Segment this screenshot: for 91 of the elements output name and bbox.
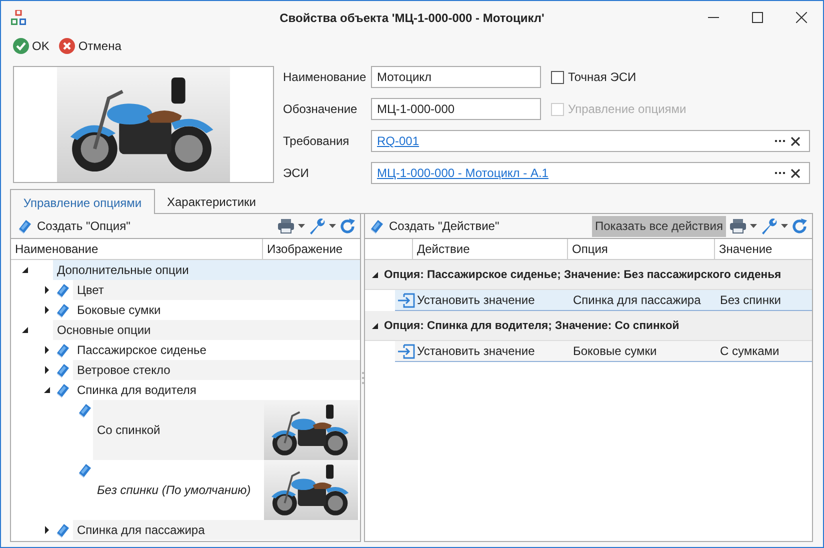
create-action-button[interactable]: Создать "Действие" (369, 218, 500, 234)
checkmark-icon (13, 38, 29, 54)
option-label: Боковые сумки (77, 303, 161, 317)
table-cell-text: Боковые сумки (572, 344, 658, 358)
input-field[interactable]: Мотоцикл (371, 66, 541, 88)
table-cell-text: Без спинки (719, 293, 781, 307)
column-header: Изображение (266, 242, 343, 256)
print-icon[interactable] (277, 218, 295, 234)
wrench-icon[interactable] (760, 217, 778, 235)
field-label: ЭСИ (283, 166, 310, 180)
input-field[interactable]: МЦ-1-000-000 (371, 98, 541, 120)
option-label: Дополнительные опции (57, 263, 189, 277)
caret-icon[interactable] (329, 224, 336, 228)
show-all-button[interactable]: Показать все действия (592, 216, 726, 236)
book-icon (55, 282, 71, 298)
field-label: Обозначение (283, 102, 358, 116)
collapse-icon[interactable] (21, 266, 29, 274)
tree-row[interactable]: Дополнительные опции (53, 260, 360, 280)
link[interactable]: МЦ-1-000-000 - Мотоцикл - А.1 (377, 166, 548, 180)
field-label: Требования (283, 134, 350, 148)
more-icon[interactable] (775, 140, 785, 142)
maximize-icon[interactable] (752, 12, 762, 23)
create-option-button[interactable]: Создать "Опция" (17, 218, 130, 234)
tab[interactable]: Управление опциями (10, 189, 155, 215)
tab[interactable]: Характеристики (155, 189, 268, 214)
expand-icon[interactable] (43, 366, 51, 374)
ok-button[interactable]: OK (11, 38, 52, 54)
tree-row[interactable]: Ветровое стекло (73, 360, 360, 380)
tree-row[interactable]: Основные опции (53, 320, 360, 340)
table-cell-text: Установить значение (417, 293, 536, 307)
more-icon[interactable] (775, 172, 785, 174)
option-label: Основные опции (57, 323, 151, 337)
link-field[interactable]: RQ-001 (371, 130, 810, 152)
collapse-icon[interactable] (371, 270, 379, 278)
column-header: Действие (412, 239, 567, 259)
caret-icon[interactable] (750, 224, 757, 228)
book-icon (55, 382, 71, 398)
collapse-icon[interactable] (371, 322, 379, 330)
tree-row[interactable]: Цвет (73, 280, 360, 300)
table-cell-text: С сумками (719, 344, 780, 358)
table-cell-text: Установить значение (417, 344, 536, 358)
expand-icon[interactable] (43, 306, 51, 314)
expand-icon[interactable] (43, 286, 51, 294)
caret-icon[interactable] (298, 224, 305, 228)
set-value-icon (398, 344, 415, 358)
link-field[interactable]: МЦ-1-000-000 - Мотоцикл - А.1 (371, 162, 810, 184)
option-label: Пассажирское сиденье (77, 343, 206, 357)
app-icon (11, 10, 26, 25)
print-icon[interactable] (729, 218, 747, 234)
close-icon[interactable] (796, 12, 806, 23)
expand-icon[interactable] (43, 346, 51, 354)
caret-icon[interactable] (781, 224, 788, 228)
book-icon (55, 522, 71, 538)
window-title: Свойства объекта 'МЦ-1-000-000 - Мотоцикл' (280, 10, 544, 24)
book-icon (55, 362, 71, 378)
wrench-icon[interactable] (308, 217, 326, 235)
cancel-icon (59, 38, 76, 54)
field-label: Наименование (283, 70, 368, 84)
clear-icon[interactable] (791, 168, 800, 178)
link[interactable]: RQ-001 (377, 134, 420, 148)
table-row[interactable]: Установить значение Боковые сумки С сумками (395, 341, 812, 362)
set-value-icon (398, 292, 415, 308)
book-icon (55, 302, 71, 318)
option-label: Цвет (77, 283, 104, 297)
tree-row[interactable]: Спинка для пассажира (73, 520, 360, 540)
column-header: Значение (714, 239, 812, 259)
column-header: Опция (567, 239, 714, 259)
book-icon (77, 402, 93, 418)
book-icon (77, 462, 93, 478)
option-label: Без спинки (По умолчанию) (97, 483, 251, 497)
clear-icon[interactable] (791, 136, 800, 146)
option-label: Спинка для пассажира (77, 523, 205, 537)
table-row[interactable]: Установить значение Спинка для пассажира Без спинки (395, 290, 812, 311)
checkbox[interactable]: Точная ЭСИ (551, 70, 636, 84)
book-icon (17, 218, 33, 234)
minimize-icon[interactable] (708, 17, 718, 18)
collapse-icon[interactable] (21, 326, 29, 334)
expand-icon[interactable] (43, 526, 51, 534)
cancel-button[interactable]: Отмена (57, 38, 124, 54)
group-header: Опция: Пассажирское сиденье; Значение: Без пассажирского сиденья (384, 268, 782, 280)
option-label: Ветровое стекло (77, 363, 170, 377)
refresh-icon[interactable] (791, 218, 808, 234)
table-cell-text: Спинка для пассажира (572, 293, 702, 307)
refresh-icon[interactable] (339, 218, 356, 234)
group-header: Опция: Спинка для водителя; Значение: Со спинкой (384, 320, 680, 332)
option-label: Спинка для водителя (77, 383, 196, 397)
book-icon (55, 342, 71, 358)
book-icon (369, 218, 385, 234)
tree-row[interactable]: Со спинкой (93, 400, 360, 460)
collapse-icon[interactable] (43, 386, 51, 394)
option-label: Со спинкой (97, 423, 160, 437)
